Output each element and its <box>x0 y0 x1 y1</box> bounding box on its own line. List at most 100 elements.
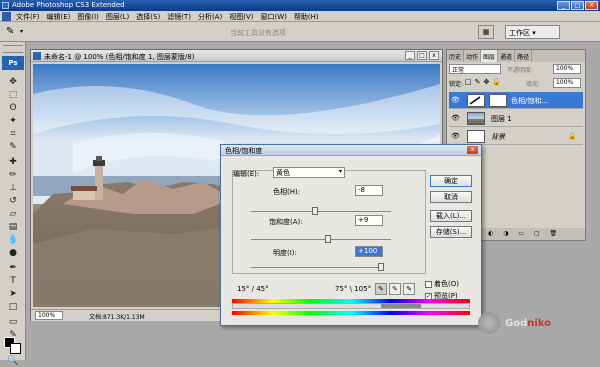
opacity-field[interactable]: 100% <box>553 64 581 74</box>
save-button[interactable]: 存储(S)... <box>430 226 472 238</box>
fill-field[interactable]: 100% <box>553 78 581 88</box>
dialog-titlebar[interactable]: 色相/饱和度 x <box>221 145 481 156</box>
layer-mask-thumbnail[interactable] <box>489 94 507 107</box>
tab-layers[interactable]: 图层 <box>481 50 499 62</box>
crop-tool-icon[interactable]: ⌗ <box>5 128 21 140</box>
magic-wand-tool-icon[interactable]: ✦ <box>5 115 21 127</box>
tab-history[interactable]: 历史 <box>447 50 465 62</box>
ps-logo[interactable]: Ps <box>2 56 24 70</box>
menu-help[interactable]: 帮助(H) <box>294 12 319 22</box>
menu-select[interactable]: 选择(S) <box>136 12 160 22</box>
brush-tool-icon[interactable]: ✏ <box>5 169 21 181</box>
tab-actions[interactable]: 动作 <box>464 50 482 62</box>
ok-button[interactable]: 确定 <box>430 175 472 187</box>
eyedropper-icon[interactable]: ✎ <box>375 283 387 295</box>
menu-image[interactable]: 图像(I) <box>77 12 99 22</box>
lightness-field[interactable]: +100 <box>355 246 383 257</box>
gradient-tool-icon[interactable]: ▤ <box>5 221 21 233</box>
colorize-checkbox[interactable]: 着色(O) <box>425 279 459 289</box>
document-titlebar[interactable]: 未命名-1 @ 100% (色相/饱和度 1, 图层蒙版/8) _ □ x <box>31 50 442 62</box>
workspace-dropdown[interactable]: 工作区 ▾ <box>505 25 560 39</box>
menu-filter[interactable]: 滤镜(T) <box>167 12 191 22</box>
background-thumbnail <box>467 130 485 143</box>
doc-minimize-icon[interactable]: _ <box>405 51 415 60</box>
hue-range-bar[interactable] <box>232 303 470 309</box>
maximize-button[interactable]: □ <box>571 1 584 10</box>
menu-edit[interactable]: 编辑(E) <box>47 12 71 22</box>
eye-icon[interactable]: 👁 <box>451 114 460 122</box>
menu-analysis[interactable]: 分析(A) <box>198 12 222 22</box>
hue-range-segment[interactable] <box>381 304 421 308</box>
cancel-button[interactable]: 取消 <box>430 191 472 203</box>
tool-preset-dropdown-icon[interactable]: ▾ <box>20 28 23 35</box>
colorize-box[interactable] <box>425 280 432 288</box>
history-brush-tool-icon[interactable]: ↺ <box>5 195 21 207</box>
layer-name[interactable]: 色相/饱和... <box>511 96 548 106</box>
hue-slider-thumb[interactable] <box>312 207 319 215</box>
tab-paths[interactable]: 路径 <box>515 50 533 62</box>
doc-maximize-icon[interactable]: □ <box>417 51 427 60</box>
menu-file[interactable]: 文件(F) <box>16 12 40 22</box>
minimize-button[interactable]: _ <box>557 1 570 10</box>
eye-icon[interactable]: 👁 <box>451 132 460 140</box>
saturation-field[interactable]: +9 <box>355 215 383 226</box>
load-button[interactable]: 载入(L)... <box>430 210 472 222</box>
type-tool-icon[interactable]: T <box>5 275 21 287</box>
eyedropper-plus-icon[interactable]: ✎ <box>389 283 401 295</box>
brushes-palette-icon[interactable]: ▦ <box>478 25 494 39</box>
pen-tool-icon[interactable]: ✒ <box>5 262 21 274</box>
toolbox-grip[interactable] <box>3 45 23 53</box>
eyedropper-tool-preset-icon[interactable]: ✎ <box>6 26 14 37</box>
layer-row-background[interactable]: 👁 背景 🔒 <box>449 128 583 145</box>
shape-tool-icon[interactable]: □ <box>5 301 21 313</box>
zoom-level-field[interactable]: 100% <box>35 311 63 320</box>
menu-bar: 文件(F) 编辑(E) 图像(I) 图层(L) 选择(S) 滤镜(T) 分析(A… <box>0 11 600 22</box>
hue-slider-track[interactable] <box>251 211 391 212</box>
saturation-slider-thumb[interactable] <box>325 235 331 243</box>
zoom-tool-icon[interactable]: 🔍 <box>5 355 21 367</box>
background-color-swatch[interactable] <box>10 343 21 354</box>
path-select-tool-icon[interactable]: ➤ <box>5 288 21 300</box>
eyedropper-tool-icon[interactable]: ✎ <box>5 141 21 153</box>
hue-field[interactable]: -8 <box>355 185 383 196</box>
chevron-down-icon: ▾ <box>338 168 342 175</box>
lock-icons[interactable]: □✎✥🔒 <box>465 78 504 86</box>
marquee-tool-icon[interactable]: ⬚ <box>5 89 21 101</box>
dialog-title: 色相/饱和度 <box>225 147 263 155</box>
hue-spectrum-bottom <box>232 311 470 315</box>
stamp-tool-icon[interactable]: ⊥ <box>5 182 21 194</box>
document-size-info[interactable]: 文档:871.3K/1.13M <box>89 312 145 321</box>
saturation-slider-track[interactable] <box>251 239 391 240</box>
notes-tool-icon[interactable]: ▭ <box>5 316 21 328</box>
edit-range-value: 黄色 <box>276 169 290 177</box>
doc-close-icon[interactable]: x <box>429 51 439 60</box>
eye-icon[interactable]: 👁 <box>451 96 460 104</box>
lightness-slider-thumb[interactable] <box>378 263 384 271</box>
adjustment-thumbnail <box>467 94 485 107</box>
layer-row-layer1[interactable]: 👁 图层 1 <box>449 110 583 127</box>
blend-mode-select[interactable]: 正常 <box>449 64 501 74</box>
options-hint: 当前工具没有选项 <box>230 29 286 37</box>
lasso-tool-icon[interactable]: ʘ <box>5 102 21 114</box>
lightness-slider-track[interactable] <box>251 267 381 268</box>
blur-tool-icon[interactable]: 💧 <box>5 234 21 246</box>
panel-tabs: 历史 动作 图层 通道 路径 <box>447 50 585 62</box>
layer-name[interactable]: 图层 1 <box>491 114 512 124</box>
document-title: 未命名-1 @ 100% (色相/饱和度 1, 图层蒙版/8) <box>44 53 195 61</box>
tab-channels[interactable]: 通道 <box>498 50 516 62</box>
dialog-close-icon[interactable]: x <box>467 146 478 154</box>
eyedropper-minus-icon[interactable]: ✎ <box>403 283 415 295</box>
heal-tool-icon[interactable]: ✚ <box>5 156 21 168</box>
layer-row-hue-saturation[interactable]: 👁 色相/饱和... <box>449 92 583 109</box>
move-tool-icon[interactable]: ✥ <box>5 76 21 88</box>
menu-window[interactable]: 窗口(W) <box>260 12 286 22</box>
layer-name[interactable]: 背景 <box>491 132 505 142</box>
eraser-tool-icon[interactable]: ▱ <box>5 208 21 220</box>
photoshop-menu-icon[interactable] <box>2 12 11 21</box>
close-button[interactable]: X <box>585 1 598 10</box>
menu-view[interactable]: 视图(V) <box>229 12 253 22</box>
menu-layer[interactable]: 图层(L) <box>106 12 129 22</box>
edit-range-select[interactable]: 黄色 ▾ <box>273 167 345 178</box>
lock-icon: 🔒 <box>568 132 577 140</box>
dodge-tool-icon[interactable]: ● <box>5 247 21 259</box>
